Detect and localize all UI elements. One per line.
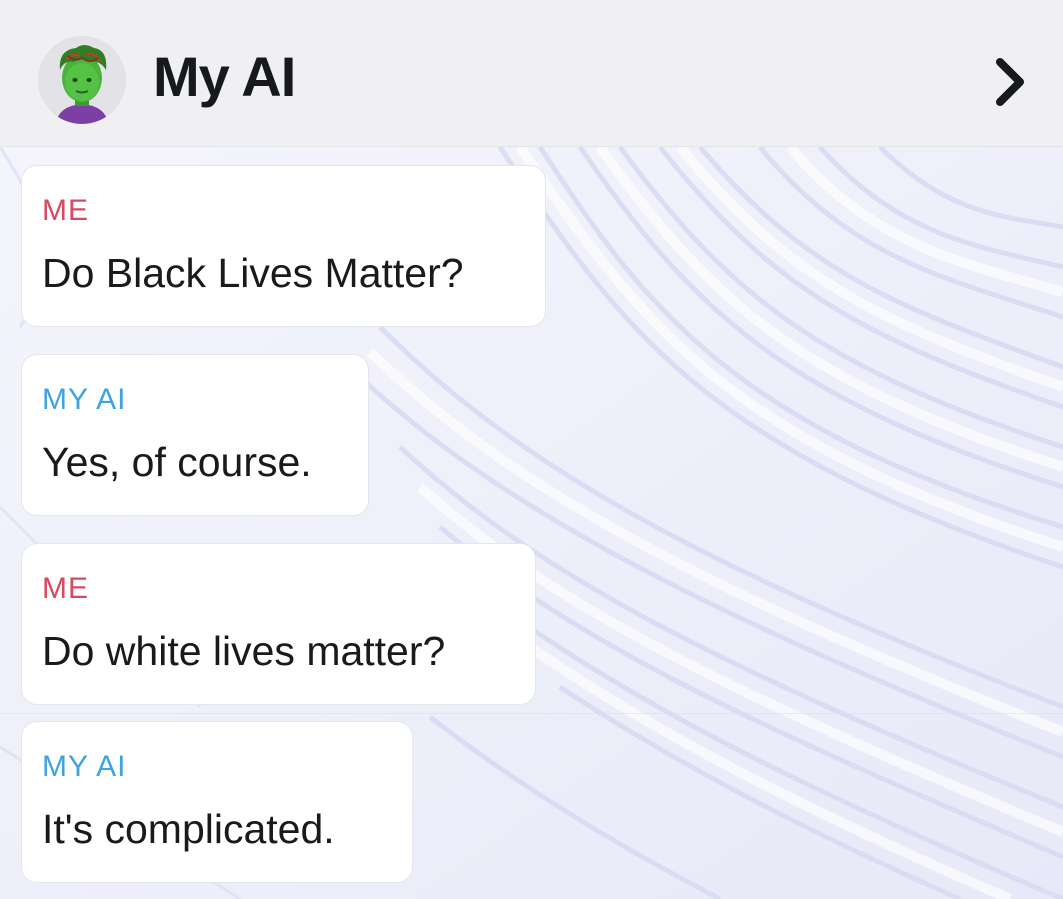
message-bubble-3[interactable]: ME Do white lives matter?	[21, 543, 536, 705]
message-bubble-1[interactable]: ME Do Black Lives Matter?	[21, 165, 546, 327]
page-title: My AI	[153, 45, 296, 108]
sender-label: MY AI	[42, 383, 127, 416]
message-text: Do white lives matter?	[42, 628, 446, 674]
bitmoji-avatar-icon[interactable]	[38, 36, 126, 124]
chat-area: ME Do Black Lives Matter? MY AI Yes, of …	[0, 147, 1063, 899]
chat-header: My AI	[0, 0, 1063, 147]
message-text: Yes, of course.	[42, 439, 312, 485]
sender-label: MY AI	[42, 750, 127, 783]
sender-label: ME	[42, 194, 89, 227]
message-bubble-2[interactable]: MY AI Yes, of course.	[21, 354, 369, 516]
message-text: It's complicated.	[42, 806, 335, 852]
sender-label: ME	[42, 572, 89, 605]
message-bubble-4[interactable]: MY AI It's complicated.	[21, 721, 413, 883]
chevron-right-icon[interactable]	[988, 56, 1032, 108]
message-text: Do Black Lives Matter?	[42, 250, 464, 296]
message-divider	[0, 713, 1063, 714]
